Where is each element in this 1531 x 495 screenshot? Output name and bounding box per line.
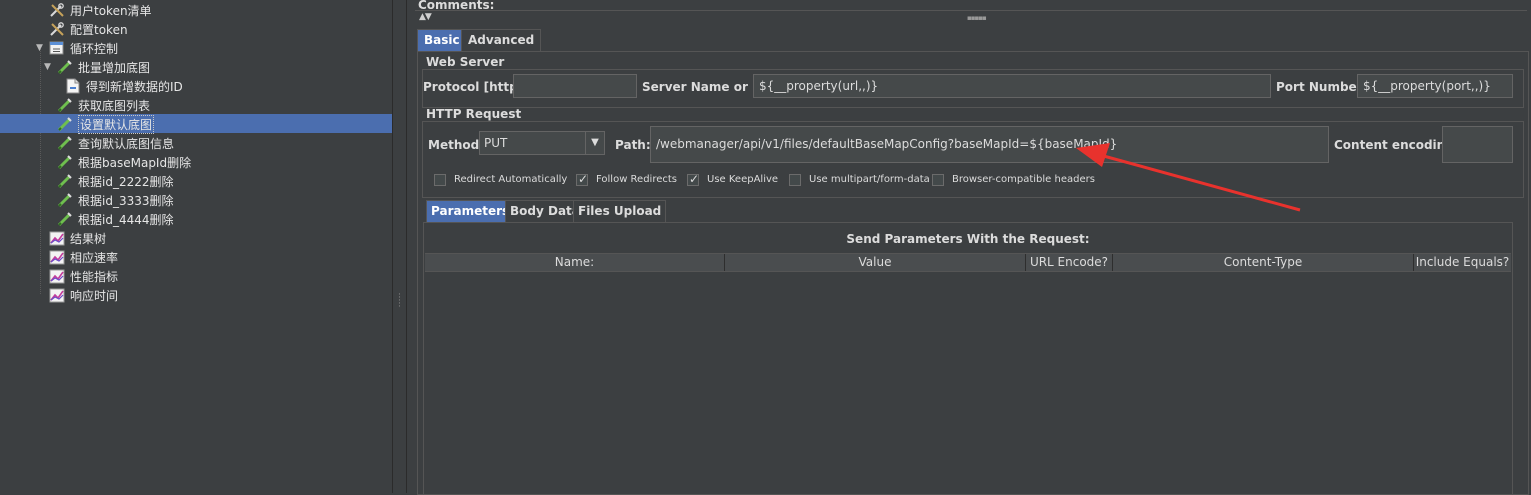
- checkmark-icon: ✓: [689, 172, 700, 186]
- listener-graph-icon: [49, 230, 65, 246]
- tree-item-set-default-basemap[interactable]: 设置默认底图: [0, 114, 392, 134]
- tree-item-get-basemap-list[interactable]: 获取底图列表: [0, 95, 392, 114]
- tab-advanced[interactable]: Advanced: [461, 29, 542, 51]
- column-header-name[interactable]: Name:: [425, 254, 725, 271]
- tree-item-label: 获取底图列表: [78, 99, 151, 113]
- tree-item-label: 得到新增数据的ID: [86, 80, 183, 94]
- collapse-arrows-icon[interactable]: ▲▼: [419, 12, 432, 22]
- protocol-input[interactable]: [513, 74, 637, 98]
- server-name-label: Server Name or IP:: [642, 80, 771, 94]
- parameters-panel: Send Parameters With the Request: Name: …: [423, 222, 1513, 495]
- content-encoding-label: Content encoding:: [1334, 138, 1459, 152]
- http-sampler-icon: [57, 135, 72, 151]
- http-sampler-icon: [57, 97, 72, 113]
- http-request-editor: Comments: ▲▼ ▪▪▪▪▪ Basic Advanced Web Se…: [406, 0, 1531, 495]
- tree-item-label: 循环控制: [70, 42, 119, 56]
- column-header-include-equals[interactable]: Include Equals?: [1414, 254, 1511, 271]
- tree-item-label: 根据baseMapId删除: [78, 156, 192, 170]
- path-label: Path:: [615, 138, 651, 152]
- listener-graph-icon: [49, 249, 65, 265]
- tree-item-performance-metrics[interactable]: 性能指标: [0, 266, 392, 285]
- tab-parameters[interactable]: Parameters: [426, 200, 515, 222]
- checkbox-box[interactable]: [932, 174, 944, 186]
- checkbox-label: Follow Redirects: [596, 174, 677, 185]
- tree-item-query-default-basemap[interactable]: 查询默认底图信息: [0, 133, 392, 152]
- checkmark-icon: ✓: [578, 172, 589, 186]
- tree-item-delete-by-basemapid[interactable]: 根据baseMapId删除: [0, 152, 392, 171]
- tree-item-response-time[interactable]: 响应时间: [0, 285, 392, 304]
- extractor-icon: [65, 78, 80, 94]
- checkbox-label: Browser-compatible headers: [952, 174, 1095, 185]
- path-input[interactable]: /webmanager/api/v1/files/defaultBaseMapC…: [650, 126, 1329, 163]
- tree-item-label: 结果树: [70, 232, 107, 246]
- tree-item-label: 批量增加底图: [78, 61, 151, 75]
- tree-item-label: 根据id_3333删除: [78, 194, 174, 208]
- checkbox-box[interactable]: ✓: [576, 172, 589, 186]
- column-header-url-encode[interactable]: URL Encode?: [1026, 254, 1113, 271]
- tree-item-get-new-id[interactable]: 得到新增数据的ID: [0, 76, 392, 95]
- tab-basic[interactable]: Basic: [417, 29, 467, 51]
- http-request-title: HTTP Request: [426, 107, 522, 121]
- http-sampler-icon: [57, 116, 72, 132]
- checkbox-box[interactable]: [434, 174, 446, 186]
- port-number-label: Port Number:: [1276, 80, 1368, 94]
- server-name-input[interactable]: ${__property(url,,)}: [753, 74, 1271, 98]
- http-sampler-icon: [57, 211, 72, 227]
- method-value: PUT: [484, 136, 508, 150]
- divider-grip-icon: · · · · ·: [398, 290, 401, 312]
- tree-item-result-tree[interactable]: 结果树: [0, 228, 392, 247]
- content-encoding-input[interactable]: [1442, 126, 1513, 163]
- tree-item-label: 设置默认底图: [78, 115, 155, 134]
- column-header-value[interactable]: Value: [725, 254, 1026, 271]
- parameters-title: Send Parameters With the Request:: [846, 232, 1090, 246]
- split-pane-divider[interactable]: · · · · ·: [392, 0, 407, 493]
- tree-item-config-token[interactable]: 配置token: [0, 19, 392, 38]
- tree-item-label: 响应时间: [70, 289, 119, 303]
- listener-graph-icon: [49, 268, 65, 284]
- checkbox-box[interactable]: [789, 174, 801, 186]
- tree-item-label: 根据id_2222删除: [78, 175, 174, 189]
- listener-graph-icon: [49, 287, 65, 303]
- http-sampler-icon: [57, 173, 72, 189]
- checkbox-box[interactable]: ✓: [687, 172, 700, 186]
- tab-files-upload[interactable]: Files Upload: [573, 200, 667, 222]
- http-sampler-icon: [57, 192, 72, 208]
- tree-item-label: 性能指标: [70, 270, 119, 284]
- tree-item-delete-id-2222[interactable]: 根据id_2222删除: [0, 171, 392, 190]
- sampler-tool-icon: [49, 2, 64, 17]
- http-sampler-icon: [57, 154, 72, 170]
- tree-item-delete-id-4444[interactable]: 根据id_4444删除: [0, 209, 392, 228]
- column-header-content-type[interactable]: Content-Type: [1113, 254, 1414, 271]
- resize-grip-icon[interactable]: ▪▪▪▪▪: [967, 14, 987, 22]
- port-number-input[interactable]: ${__property(port,,)}: [1357, 74, 1513, 98]
- tree-item-label: 配置token: [70, 23, 128, 37]
- web-server-title: Web Server: [426, 55, 505, 69]
- http-sampler-icon: [57, 59, 72, 75]
- tree-item-label: 相应速率: [70, 251, 119, 265]
- config-tool-icon: [49, 21, 64, 36]
- comments-field[interactable]: [415, 0, 1527, 11]
- tree-item-loop-controller[interactable]: ▼ 循环控制: [0, 38, 392, 57]
- chevron-down-icon[interactable]: ▼: [585, 132, 604, 154]
- test-plan-tree[interactable]: 用户token清单 配置token ▼ 循环控制 ▼ 批量增加底图 得到新增数据…: [0, 0, 392, 493]
- loop-controller-icon: [49, 40, 64, 55]
- tree-item-delete-id-3333[interactable]: 根据id_3333删除: [0, 190, 392, 209]
- method-select[interactable]: PUT ▼: [479, 131, 605, 155]
- tree-item-label: 查询默认底图信息: [78, 137, 175, 151]
- tree-item-batch-add-basemap[interactable]: ▼ 批量增加底图: [0, 57, 392, 76]
- expand-triangle-icon[interactable]: ▼: [36, 43, 43, 53]
- parameters-table-header: Name: Value URL Encode? Content-Type Inc…: [425, 253, 1511, 272]
- expand-triangle-icon[interactable]: ▼: [44, 62, 51, 72]
- checkbox-label: Use KeepAlive: [707, 174, 779, 185]
- checkbox-label: Redirect Automatically: [454, 174, 568, 185]
- tree-item-user-token-list[interactable]: 用户token清单: [0, 0, 392, 19]
- tree-item-label: 用户token清单: [70, 4, 152, 18]
- tree-item-response-rate[interactable]: 相应速率: [0, 247, 392, 266]
- checkbox-label: Use multipart/form-data: [809, 174, 930, 185]
- comments-label: Comments:: [418, 0, 495, 12]
- method-label: Method:: [428, 138, 484, 152]
- parameters-table-body[interactable]: [425, 272, 1511, 492]
- tree-item-label: 根据id_4444删除: [78, 213, 174, 227]
